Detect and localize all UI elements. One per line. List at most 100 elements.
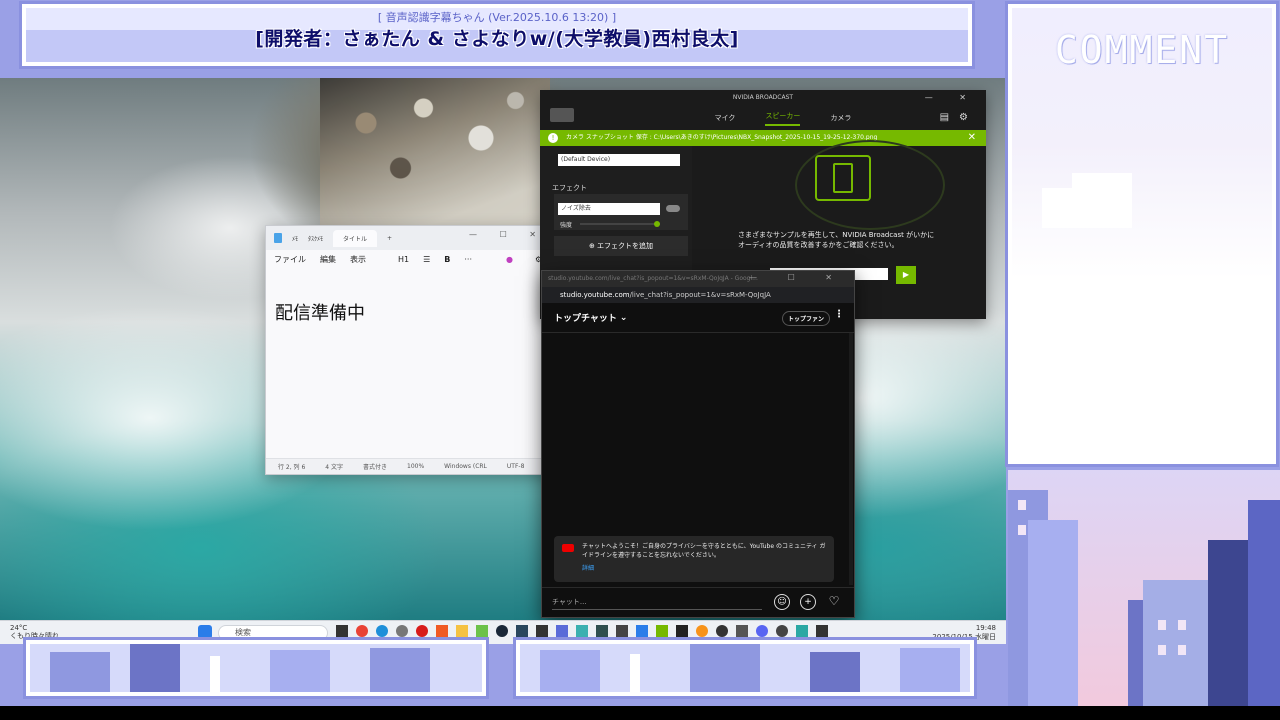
nvidia-titlebar: NVIDIA BROADCAST — ✕ [540, 90, 986, 106]
speaker-description: さまざまなサンプルを再生して、NVIDIA Broadcast がいかに オーデ… [738, 230, 958, 250]
close-icon[interactable]: ✕ [968, 130, 976, 146]
copilot-icon[interactable]: ● [506, 255, 513, 264]
opera-icon[interactable] [416, 625, 428, 637]
pixel-block [630, 654, 640, 692]
notepad-window[interactable]: ﾒﾓ ﾀｽｸﾒﾓ タイトル + — ☐ ✕ ファイル 編集 表示 H1 ☰ B … [265, 225, 555, 475]
nvidia-logo [550, 108, 574, 122]
chrome-icon[interactable] [356, 625, 368, 637]
feedback-icon[interactable]: ▤ [940, 112, 959, 123]
top-fan-button[interactable]: トップファン [781, 311, 830, 326]
pixel-block [540, 650, 600, 692]
top-chat-dropdown[interactable]: トップチャット [554, 311, 617, 324]
pixel-block [210, 656, 220, 692]
heading-select[interactable]: H1 [398, 255, 409, 264]
bold-icon[interactable]: B [444, 255, 450, 264]
nvidia-top-icons: ▤⚙ [940, 112, 978, 123]
tab-camera[interactable]: カメラ [830, 113, 851, 123]
app-icon-2[interactable] [576, 625, 588, 637]
more-options-icon[interactable]: ⋮ [834, 309, 844, 320]
app-icon-5[interactable] [636, 625, 648, 637]
add-effect-button[interactable]: ⊕ エフェクトを追加 [554, 236, 688, 256]
start-icon[interactable] [198, 625, 212, 639]
add-effect-label: エフェクトを追加 [597, 242, 654, 250]
app-icon-3[interactable] [596, 625, 608, 637]
chat-scrollbar[interactable] [849, 333, 853, 585]
device-select[interactable]: (Default Device) [558, 154, 680, 166]
menu-view[interactable]: 表示 [350, 254, 366, 265]
app-icon-6[interactable] [676, 625, 688, 637]
pixel-block [270, 650, 330, 692]
tab-title[interactable]: タイトル [333, 229, 378, 247]
steam-icon[interactable] [496, 625, 508, 637]
window-controls[interactable]: — ☐ ✕ [749, 273, 846, 282]
line-ending: Windows (CRL [444, 463, 487, 470]
strength-slider[interactable] [580, 221, 660, 227]
edge-icon[interactable] [376, 625, 388, 637]
effect-label: エフェクト [552, 184, 587, 192]
task-view-icon[interactable] [336, 625, 348, 637]
obs-icon[interactable] [536, 625, 548, 637]
building [1028, 520, 1078, 720]
url-host: studio.youtube.com [560, 291, 630, 299]
new-tab-icon[interactable]: + [387, 235, 392, 242]
chat-input-row: チャット... ☺ + ♡ [542, 587, 854, 617]
effect-toggle[interactable] [666, 205, 680, 212]
notice-text: カメラ スナップショット 保存 : C:\Users\あきのすけ\Picture… [566, 134, 878, 141]
vim-icon[interactable] [476, 625, 488, 637]
notepad-status-bar: 行 2, 列 6 4 文字 書式付き 100% Windows (CRL UTF… [266, 458, 554, 474]
tab-speaker[interactable]: スピーカー [765, 111, 801, 126]
list-icon[interactable]: ☰ [423, 255, 430, 264]
bitcoin-icon[interactable] [696, 625, 708, 637]
pixel-cloud [1162, 298, 1272, 348]
app-icon-1[interactable] [556, 625, 568, 637]
taskbar-search[interactable]: 検索 [218, 625, 328, 641]
steam-client-icon[interactable] [516, 625, 528, 637]
chat-window-title: studio.youtube.com/live_chat?is_popout=1… [548, 275, 758, 282]
more-icon[interactable]: ··· [464, 255, 472, 264]
tab-mic[interactable]: マイク [715, 113, 736, 123]
youtube-chat-window[interactable]: studio.youtube.com/live_chat?is_popout=1… [541, 270, 855, 618]
tab-task-memo[interactable]: ﾀｽｸﾒﾓ [308, 234, 323, 243]
building [1208, 540, 1248, 720]
chat-header: トップチャット ⌄ トップファン ⋮ [542, 303, 854, 333]
window-controls[interactable]: — ☐ ✕ [469, 230, 546, 239]
emoji-icon[interactable]: ☺ [774, 594, 790, 610]
pixel-block [690, 644, 760, 692]
app-icon-8[interactable] [776, 625, 788, 637]
window-controls[interactable]: — ✕ [925, 90, 978, 106]
menu-edit[interactable]: 編集 [320, 254, 336, 265]
chat-input[interactable]: チャット... [552, 594, 762, 610]
nvidia-icon[interactable] [656, 625, 668, 637]
menu-file[interactable]: ファイル [274, 254, 306, 265]
gear-icon[interactable]: ⚙ [959, 112, 978, 123]
app-icon-10[interactable] [816, 625, 828, 637]
notepad-tab-bar: ﾒﾓ ﾀｽｸﾒﾓ タイトル + — ☐ ✕ [266, 226, 554, 250]
app-icon-9[interactable] [796, 625, 808, 637]
heart-icon[interactable]: ♡ [826, 594, 842, 610]
app-icon-7[interactable] [736, 625, 748, 637]
settings-app-icon[interactable] [396, 625, 408, 637]
format-mode: 書式付き [363, 464, 388, 471]
snapshot-notice: ! カメラ スナップショット 保存 : C:\Users\あきのすけ\Pictu… [540, 130, 986, 146]
weather-desc: くもり時々晴れ [10, 632, 59, 640]
encoding: UTF-8 [506, 463, 525, 470]
add-icon[interactable]: + [800, 594, 816, 610]
strength-label: 強度 [560, 222, 573, 229]
tab-memo[interactable]: ﾒﾓ [292, 234, 298, 243]
notepad-content[interactable]: 配信準備中 [275, 299, 365, 325]
detail-link[interactable]: 詳細 [582, 564, 826, 573]
clock-time: 19:48 [975, 624, 996, 632]
media-icon[interactable] [716, 625, 728, 637]
weather-widget[interactable]: 24°C くもり時々晴れ [10, 624, 59, 640]
url-bar[interactable]: studio.youtube.com/live_chat?is_popout=1… [542, 287, 854, 303]
effect-select[interactable]: ノイズ除去 [558, 203, 660, 215]
zoom-level: 100% [407, 463, 425, 470]
letterbox-bar [0, 706, 1280, 720]
brave-icon[interactable] [436, 625, 448, 637]
bottom-frame-right [513, 637, 977, 699]
play-button[interactable]: ▶ [896, 266, 916, 284]
discord-icon[interactable] [756, 625, 768, 637]
chevron-down-icon[interactable]: ⌄ [620, 313, 628, 323]
app-icon-4[interactable] [616, 625, 628, 637]
explorer-icon[interactable] [456, 625, 468, 637]
